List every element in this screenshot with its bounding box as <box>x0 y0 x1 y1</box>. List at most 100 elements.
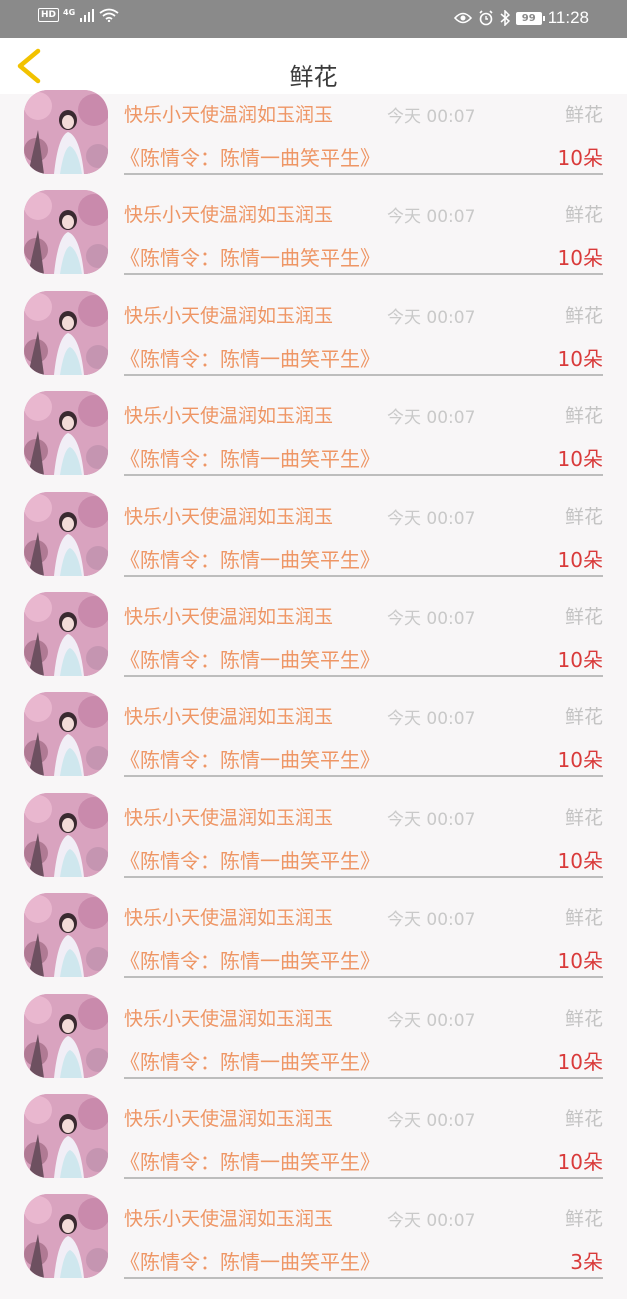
show-title: 《陈情令：陈情一曲笑平生》 <box>120 146 380 170</box>
item-time: 今天 00:07 <box>387 809 476 830</box>
list-item[interactable]: 快乐小天使温润如玉润玉 今天 00:07 鲜花 《陈情令：陈情一曲笑平生》 10… <box>0 993 627 1098</box>
divider <box>124 674 603 677</box>
item-time: 今天 00:07 <box>387 608 476 629</box>
item-time: 今天 00:07 <box>387 1211 476 1232</box>
show-title: 《陈情令：陈情一曲笑平生》 <box>120 547 380 572</box>
gift-type: 鲜花 <box>564 1107 603 1130</box>
gift-type: 鲜花 <box>564 605 603 628</box>
list-item[interactable]: 快乐小天使温润如玉润玉 今天 00:07 鲜花 《陈情令：陈情一曲笑平生》 10… <box>0 90 627 194</box>
divider <box>124 574 603 577</box>
divider <box>124 373 603 376</box>
list-item[interactable]: 快乐小天使温润如玉润玉 今天 00:07 鲜花 《陈情令：陈情一曲笑平生》 10… <box>0 190 627 294</box>
user-name: 快乐小天使温润如玉润玉 <box>124 706 334 729</box>
gift-type: 鲜花 <box>564 907 603 930</box>
show-title: 《陈情令：陈情一曲笑平生》 <box>120 848 380 873</box>
gift-type: 鲜花 <box>564 806 603 829</box>
gift-count: 3朵 <box>570 1250 603 1275</box>
gift-type: 鲜花 <box>564 1007 603 1030</box>
status-time: 11:28 <box>547 8 589 27</box>
item-time: 今天 00:07 <box>387 1010 476 1031</box>
alarm-icon <box>479 10 493 26</box>
list-item[interactable]: 快乐小天使温润如玉润玉 今天 00:07 鲜花 《陈情令：陈情一曲笑平生》 10… <box>0 893 627 997</box>
gift-type: 鲜花 <box>564 204 603 227</box>
network-type: 4G <box>63 7 76 17</box>
list-item[interactable]: 快乐小天使温润如玉润玉 今天 00:07 鲜花 《陈情令：陈情一曲笑平生》 10… <box>0 491 627 596</box>
list-item[interactable]: 快乐小天使温润如玉润玉 今天 00:07 鲜花 《陈情令：陈情一曲笑平生》 10… <box>0 1093 627 1198</box>
item-time: 今天 00:07 <box>387 307 476 328</box>
eye-icon <box>453 12 472 24</box>
item-time: 今天 00:07 <box>387 709 476 730</box>
gift-count: 10朵 <box>557 447 603 472</box>
gift-count: 10朵 <box>557 748 603 773</box>
divider <box>124 875 603 878</box>
item-time: 今天 00:07 <box>387 1110 476 1131</box>
battery-icon: 99 <box>515 11 545 25</box>
divider <box>124 273 603 276</box>
show-title: 《陈情令：陈情一曲笑平生》 <box>120 949 380 974</box>
gift-count: 10朵 <box>557 1149 603 1174</box>
gift-count: 10朵 <box>557 1049 603 1074</box>
divider <box>124 976 603 979</box>
user-name: 快乐小天使温润如玉润玉 <box>124 204 334 227</box>
gift-type: 鲜花 <box>564 405 603 428</box>
header: 鲜花 <box>0 38 627 94</box>
avatar[interactable] <box>24 1194 108 1279</box>
user-name: 快乐小天使温润如玉润玉 <box>124 1007 334 1030</box>
avatar[interactable] <box>24 692 108 777</box>
divider <box>124 1176 603 1179</box>
gift-count: 10朵 <box>557 949 603 974</box>
user-name: 快乐小天使温润如玉润玉 <box>124 505 334 528</box>
divider <box>124 173 603 175</box>
page-title: 鲜花 <box>289 63 338 91</box>
gift-count: 10朵 <box>557 547 603 572</box>
show-title: 《陈情令：陈情一曲笑平生》 <box>120 346 380 371</box>
show-title: 《陈情令：陈情一曲笑平生》 <box>120 1149 380 1174</box>
list-item[interactable]: 快乐小天使温润如玉润玉 今天 00:07 鲜花 《陈情令：陈情一曲笑平生》 10… <box>0 290 627 395</box>
show-title: 《陈情令：陈情一曲笑平生》 <box>120 1250 380 1275</box>
show-title: 《陈情令：陈情一曲笑平生》 <box>120 246 380 271</box>
signal-icon <box>80 9 95 22</box>
user-name: 快乐小天使温润如玉润玉 <box>124 1208 334 1231</box>
status-left: HD 4G <box>38 8 119 22</box>
item-time: 今天 00:07 <box>387 508 476 529</box>
gift-type: 鲜花 <box>564 104 603 126</box>
list-item[interactable]: 快乐小天使温润如玉润玉 今天 00:07 鲜花 《陈情令：陈情一曲笑平生》 10… <box>0 391 627 495</box>
gift-type: 鲜花 <box>564 505 603 528</box>
divider <box>124 775 603 778</box>
list-item[interactable]: 快乐小天使温润如玉润玉 今天 00:07 鲜花 《陈情令：陈情一曲笑平生》 10… <box>0 591 627 696</box>
gift-count: 10朵 <box>557 246 603 271</box>
user-name: 快乐小天使温润如玉润玉 <box>124 304 334 327</box>
list-item[interactable]: 快乐小天使温润如玉润玉 今天 00:07 鲜花 《陈情令：陈情一曲笑平生》 3朵 <box>0 1194 627 1298</box>
show-title: 《陈情令：陈情一曲笑平生》 <box>120 447 380 472</box>
avatar[interactable] <box>24 491 108 576</box>
avatar[interactable] <box>24 591 108 676</box>
item-time: 今天 00:07 <box>387 207 476 228</box>
divider <box>124 474 603 477</box>
bluetooth-icon <box>500 10 510 26</box>
item-time: 今天 00:07 <box>387 107 476 127</box>
user-name: 快乐小天使温润如玉润玉 <box>124 405 334 428</box>
avatar[interactable] <box>24 190 108 275</box>
divider <box>124 1277 603 1280</box>
status-right: 99 11:28 <box>453 8 589 28</box>
avatar[interactable] <box>24 1093 108 1178</box>
avatar[interactable] <box>24 993 108 1078</box>
avatar[interactable] <box>24 893 108 978</box>
show-title: 《陈情令：陈情一曲笑平生》 <box>120 647 380 672</box>
user-name: 快乐小天使温润如玉润玉 <box>124 1107 334 1130</box>
user-name: 快乐小天使温润如玉润玉 <box>124 104 334 126</box>
list-item[interactable]: 快乐小天使温润如玉润玉 今天 00:07 鲜花 《陈情令：陈情一曲笑平生》 10… <box>0 792 627 897</box>
gift-type: 鲜花 <box>564 304 603 327</box>
user-name: 快乐小天使温润如玉润玉 <box>124 605 334 628</box>
gift-count: 10朵 <box>557 146 603 170</box>
show-title: 《陈情令：陈情一曲笑平生》 <box>120 748 380 773</box>
avatar[interactable] <box>24 792 108 877</box>
list-item[interactable]: 快乐小天使温润如玉润玉 今天 00:07 鲜花 《陈情令：陈情一曲笑平生》 10… <box>0 692 627 796</box>
avatar[interactable] <box>24 90 108 174</box>
status-bar: HD 4G 99 11:28 <box>0 0 627 38</box>
user-name: 快乐小天使温润如玉润玉 <box>124 806 334 829</box>
item-time: 今天 00:07 <box>387 910 476 931</box>
avatar[interactable] <box>24 391 108 476</box>
avatar[interactable] <box>24 290 108 375</box>
wifi-icon <box>99 8 119 22</box>
